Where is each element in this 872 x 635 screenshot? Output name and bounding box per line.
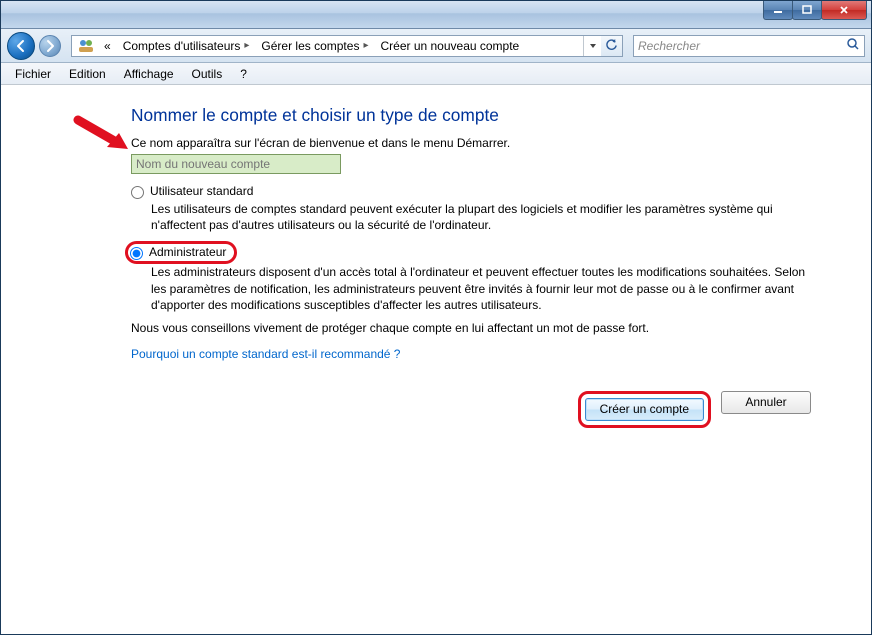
breadcrumb-prefix: « [98, 36, 117, 56]
radio-admin-input[interactable] [130, 247, 143, 260]
forward-button[interactable] [39, 35, 61, 57]
search-icon [846, 37, 860, 54]
minimize-button[interactable] [763, 1, 793, 20]
annotation-highlight-create: Créer un compte [578, 391, 711, 428]
explorer-window: « Comptes d'utilisateurs ▸ Gérer les com… [0, 0, 872, 635]
create-account-button[interactable]: Créer un compte [585, 398, 704, 421]
titlebar [1, 1, 871, 29]
page-subtitle: Ce nom apparaîtra sur l'écran de bienven… [131, 136, 821, 150]
breadcrumb-label: Gérer les comptes [261, 39, 359, 53]
radio-standard-user[interactable]: Utilisateur standard [131, 184, 821, 199]
chevron-right-icon: ▸ [363, 40, 368, 51]
account-name-input[interactable] [131, 154, 341, 174]
chevron-down-icon [589, 42, 597, 50]
help-link[interactable]: Pourquoi un compte standard est-il recom… [131, 347, 821, 361]
radio-standard-desc: Les utilisateurs de comptes standard peu… [151, 201, 821, 233]
arrow-left-icon [14, 39, 28, 53]
radio-standard-label: Utilisateur standard [150, 184, 253, 198]
breadcrumb-item-0[interactable]: Comptes d'utilisateurs ▸ [117, 36, 256, 56]
page-title: Nommer le compte et choisir un type de c… [131, 105, 821, 126]
back-button[interactable] [7, 32, 35, 60]
annotation-highlight-admin: Administrateur [125, 241, 237, 264]
refresh-icon [605, 39, 618, 52]
chevron-right-icon: ▸ [244, 40, 249, 51]
menu-bar: Fichier Edition Affichage Outils ? [1, 63, 871, 85]
close-button[interactable] [821, 1, 867, 20]
account-type-group: Utilisateur standard Les utilisateurs de… [131, 184, 821, 361]
menu-tools[interactable]: Outils [184, 65, 231, 83]
content-area: Nommer le compte et choisir un type de c… [1, 85, 871, 634]
radio-administrator[interactable]: Administrateur [130, 245, 226, 260]
refresh-button[interactable] [601, 35, 623, 57]
button-row: Créer un compte Annuler [131, 391, 821, 428]
navigation-bar: « Comptes d'utilisateurs ▸ Gérer les com… [1, 29, 871, 63]
address-dropdown[interactable] [583, 36, 601, 56]
breadcrumb-label: Créer un nouveau compte [380, 39, 519, 53]
password-advice: Nous vous conseillons vivement de protég… [131, 321, 821, 335]
menu-file[interactable]: Fichier [7, 65, 59, 83]
breadcrumb-item-2[interactable]: Créer un nouveau compte [374, 36, 525, 56]
user-accounts-icon [78, 38, 94, 54]
menu-view[interactable]: Affichage [116, 65, 182, 83]
window-buttons [764, 1, 867, 20]
menu-edit[interactable]: Edition [61, 65, 114, 83]
radio-admin-label: Administrateur [149, 245, 226, 259]
menu-help[interactable]: ? [232, 65, 255, 83]
search-input[interactable]: Rechercher [633, 35, 865, 57]
address-bar[interactable]: « Comptes d'utilisateurs ▸ Gérer les com… [71, 35, 623, 57]
maximize-button[interactable] [792, 1, 822, 20]
arrow-right-icon [43, 39, 57, 53]
breadcrumb-label: Comptes d'utilisateurs [123, 39, 241, 53]
radio-admin-desc: Les administrateurs disposent d'un accès… [151, 264, 821, 313]
breadcrumb-item-1[interactable]: Gérer les comptes ▸ [255, 36, 374, 56]
search-placeholder: Rechercher [638, 39, 700, 53]
annotation-arrow-icon [73, 115, 133, 155]
radio-standard-input[interactable] [131, 186, 144, 199]
cancel-button[interactable]: Annuler [721, 391, 811, 414]
